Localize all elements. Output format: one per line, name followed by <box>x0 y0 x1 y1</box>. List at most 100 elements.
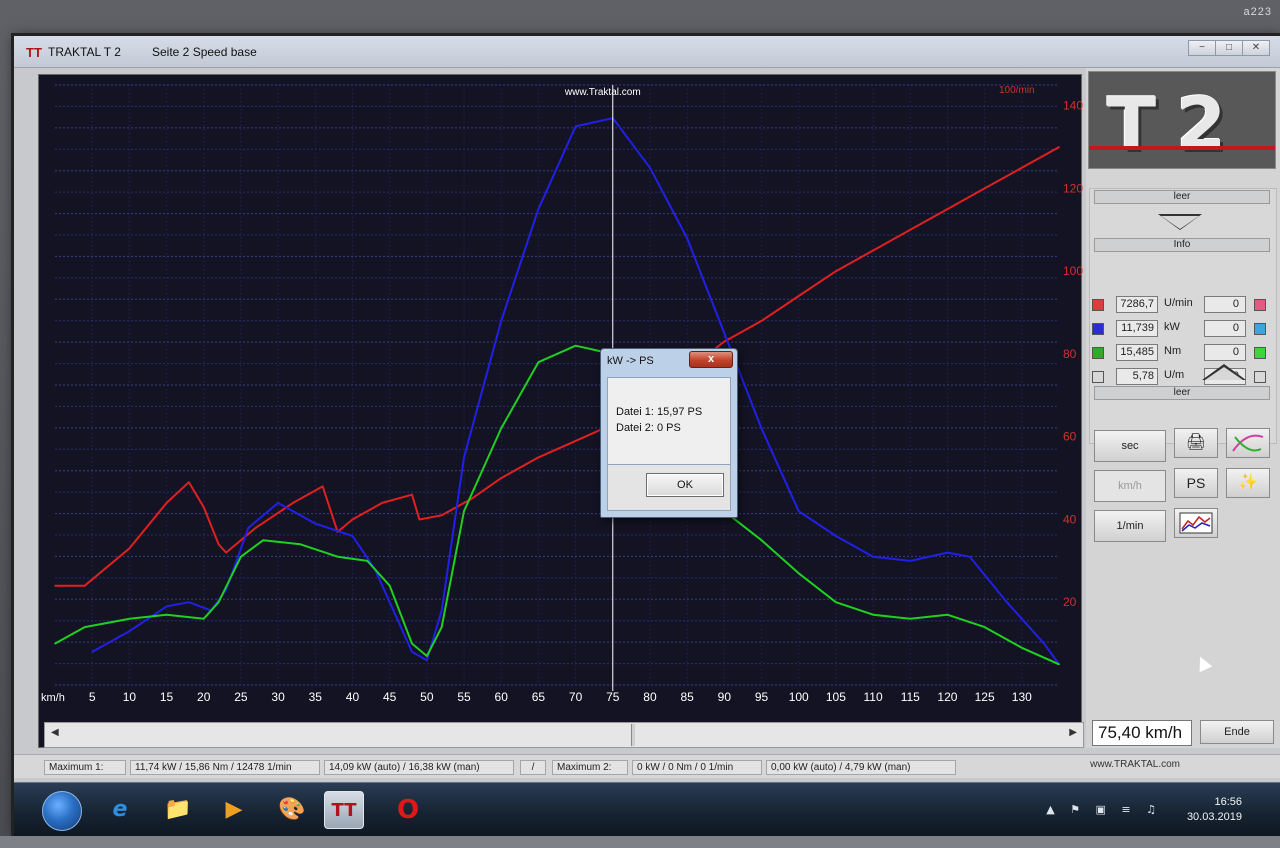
series-point-2 <box>165 613 168 616</box>
series-point-1 <box>188 601 190 604</box>
chart-view-button[interactable] <box>1174 508 1218 538</box>
right-tick-label: 140 <box>1063 99 1083 113</box>
scroll-thumb[interactable] <box>631 724 635 746</box>
rpm-button[interactable]: 1/min <box>1094 510 1166 542</box>
traktal-taskbar-icon[interactable]: TT <box>324 791 364 829</box>
system-tray-icons[interactable]: ▲ ⚑ ▣ ≡ ♫ <box>1046 803 1162 816</box>
series-point-2 <box>463 510 465 513</box>
ps-button[interactable]: PS <box>1174 468 1218 498</box>
series-point-0 <box>351 518 354 521</box>
series-point-0 <box>835 270 837 273</box>
explorer-icon[interactable]: 📁 <box>158 791 198 829</box>
series-point-0 <box>537 456 540 459</box>
series-point-0 <box>292 502 294 504</box>
series-point-1 <box>128 630 131 633</box>
series-point-1 <box>1006 601 1008 604</box>
chart-area[interactable]: 5 10 15 20 25 30 35 40 45 50 55 60 65 70 75 80 85 90 95 100… <box>38 74 1083 749</box>
channel-color-2-checkbox[interactable] <box>1254 299 1266 311</box>
system-clock[interactable]: 16:56 30.03.2019 <box>1187 795 1242 825</box>
series-point-0 <box>202 506 205 508</box>
magic-wand-icon[interactable]: ✨ <box>1226 468 1270 498</box>
window-controls: − □ ✕ <box>1188 40 1270 56</box>
scroll-right-icon[interactable]: ▶ <box>1069 727 1077 738</box>
series-point-1 <box>760 427 763 430</box>
app-title: TRAKTAL T 2 <box>48 45 121 59</box>
file-slot-bottom[interactable]: leer <box>1094 386 1270 400</box>
scroll-left-icon[interactable]: ◀ <box>51 727 59 738</box>
opera-icon[interactable]: O <box>388 791 428 829</box>
ie-icon[interactable]: e <box>100 791 140 829</box>
channel-unit: U/min <box>1164 297 1193 309</box>
horizontal-scrollbar[interactable]: ◀ ▶ <box>44 722 1084 748</box>
sec-button[interactable]: sec <box>1094 430 1166 462</box>
channel-color-checkbox[interactable] <box>1092 299 1104 311</box>
series-point-1 <box>440 609 443 612</box>
series-point-1 <box>165 605 168 608</box>
series-point-0 <box>1021 166 1023 169</box>
x-tick-label: 35 <box>309 690 323 704</box>
max2-values: 0 kW / 0 Nm / 0 1/min <box>632 760 762 775</box>
x-tick-label: 90 <box>718 690 732 704</box>
series-point-0 <box>128 547 131 550</box>
channel-color-2-checkbox[interactable] <box>1254 323 1266 335</box>
max2-label: Maximum 2: <box>552 760 628 775</box>
monitor-bezel-bottom <box>0 836 1280 848</box>
x-tick-label: 45 <box>383 690 397 704</box>
t2-logo: T2 <box>1088 71 1276 169</box>
series-point-2 <box>537 361 540 364</box>
series-point-0 <box>321 485 324 488</box>
series-point-0 <box>83 584 86 587</box>
dialog-title: kW -> PS <box>607 355 654 367</box>
file-slot-top[interactable]: leer <box>1094 190 1270 204</box>
series-point-1 <box>537 208 540 210</box>
dyno-chart[interactable]: 5 10 15 20 25 30 35 40 45 50 55 60 65 70 75 80 85 90 95 100… <box>39 75 1083 749</box>
channel-color-2-checkbox[interactable] <box>1254 371 1266 383</box>
series-point-0 <box>500 477 503 479</box>
max1-values: 11,74 kW / 15,86 Nm / 12478 1/min <box>130 760 320 775</box>
chart-watermark: www.Traktal.com <box>564 87 641 98</box>
series-point-1 <box>723 332 726 335</box>
series-point-1 <box>426 659 428 661</box>
app-logo-icon: TT <box>26 45 42 60</box>
series-point-2 <box>366 560 369 562</box>
series-point-2 <box>835 601 837 604</box>
curve-compare-button[interactable] <box>1226 428 1270 458</box>
screen: TT TRAKTAL T 2 Seite 2 Speed base − □ ✕ … <box>14 36 1280 836</box>
close-button[interactable]: ✕ <box>1242 40 1270 56</box>
clock-time: 16:56 <box>1214 796 1242 808</box>
series-point-1 <box>968 555 971 558</box>
channel-color-checkbox[interactable] <box>1092 347 1104 359</box>
series-point-2 <box>262 539 265 541</box>
kmh-button[interactable]: km/h <box>1094 470 1166 502</box>
series-point-2 <box>1058 663 1060 666</box>
logo-red-stripe <box>1089 146 1275 150</box>
ok-button[interactable]: OK <box>646 473 724 497</box>
series-point-2 <box>240 555 242 558</box>
x-tick-label: 10 <box>123 690 137 704</box>
minimize-button[interactable]: − <box>1188 40 1216 56</box>
channel-color-2-checkbox[interactable] <box>1254 347 1266 359</box>
chart-view-icon <box>1179 512 1213 534</box>
start-button[interactable] <box>42 791 82 831</box>
series-point-2 <box>83 626 86 628</box>
right-panel: T2 leer Info 7286,7 U/min 0 11,739 kW 0 15,485… <box>1086 68 1280 748</box>
series-point-0 <box>797 295 800 297</box>
channel-unit: kW <box>1164 321 1180 333</box>
channel-value-2: 0 <box>1204 344 1246 361</box>
media-player-icon[interactable]: ▶ <box>214 791 254 829</box>
maximize-button[interactable]: □ <box>1215 40 1243 56</box>
dialog-close-button[interactable]: x <box>689 351 733 368</box>
max1-power: 14,09 kW (auto) / 16,38 kW (man) <box>324 760 514 775</box>
paint-icon[interactable]: 🎨 <box>272 791 312 829</box>
print-icon[interactable]: 🖨 <box>1174 428 1218 458</box>
clock-date: 30.03.2019 <box>1186 811 1242 823</box>
channel-color-checkbox[interactable] <box>1092 323 1104 335</box>
channel-color-checkbox[interactable] <box>1092 371 1104 383</box>
series-point-2 <box>336 555 339 558</box>
down-triangle-inner <box>1161 216 1199 229</box>
series-point-2 <box>500 427 503 430</box>
photo-background: a223 TT TRAKTAL T 2 Seite 2 Speed base −… <box>0 0 1280 848</box>
monitor-brand: a223 <box>1243 6 1272 18</box>
ende-button[interactable]: Ende <box>1200 720 1274 744</box>
series-point-1 <box>91 651 93 653</box>
